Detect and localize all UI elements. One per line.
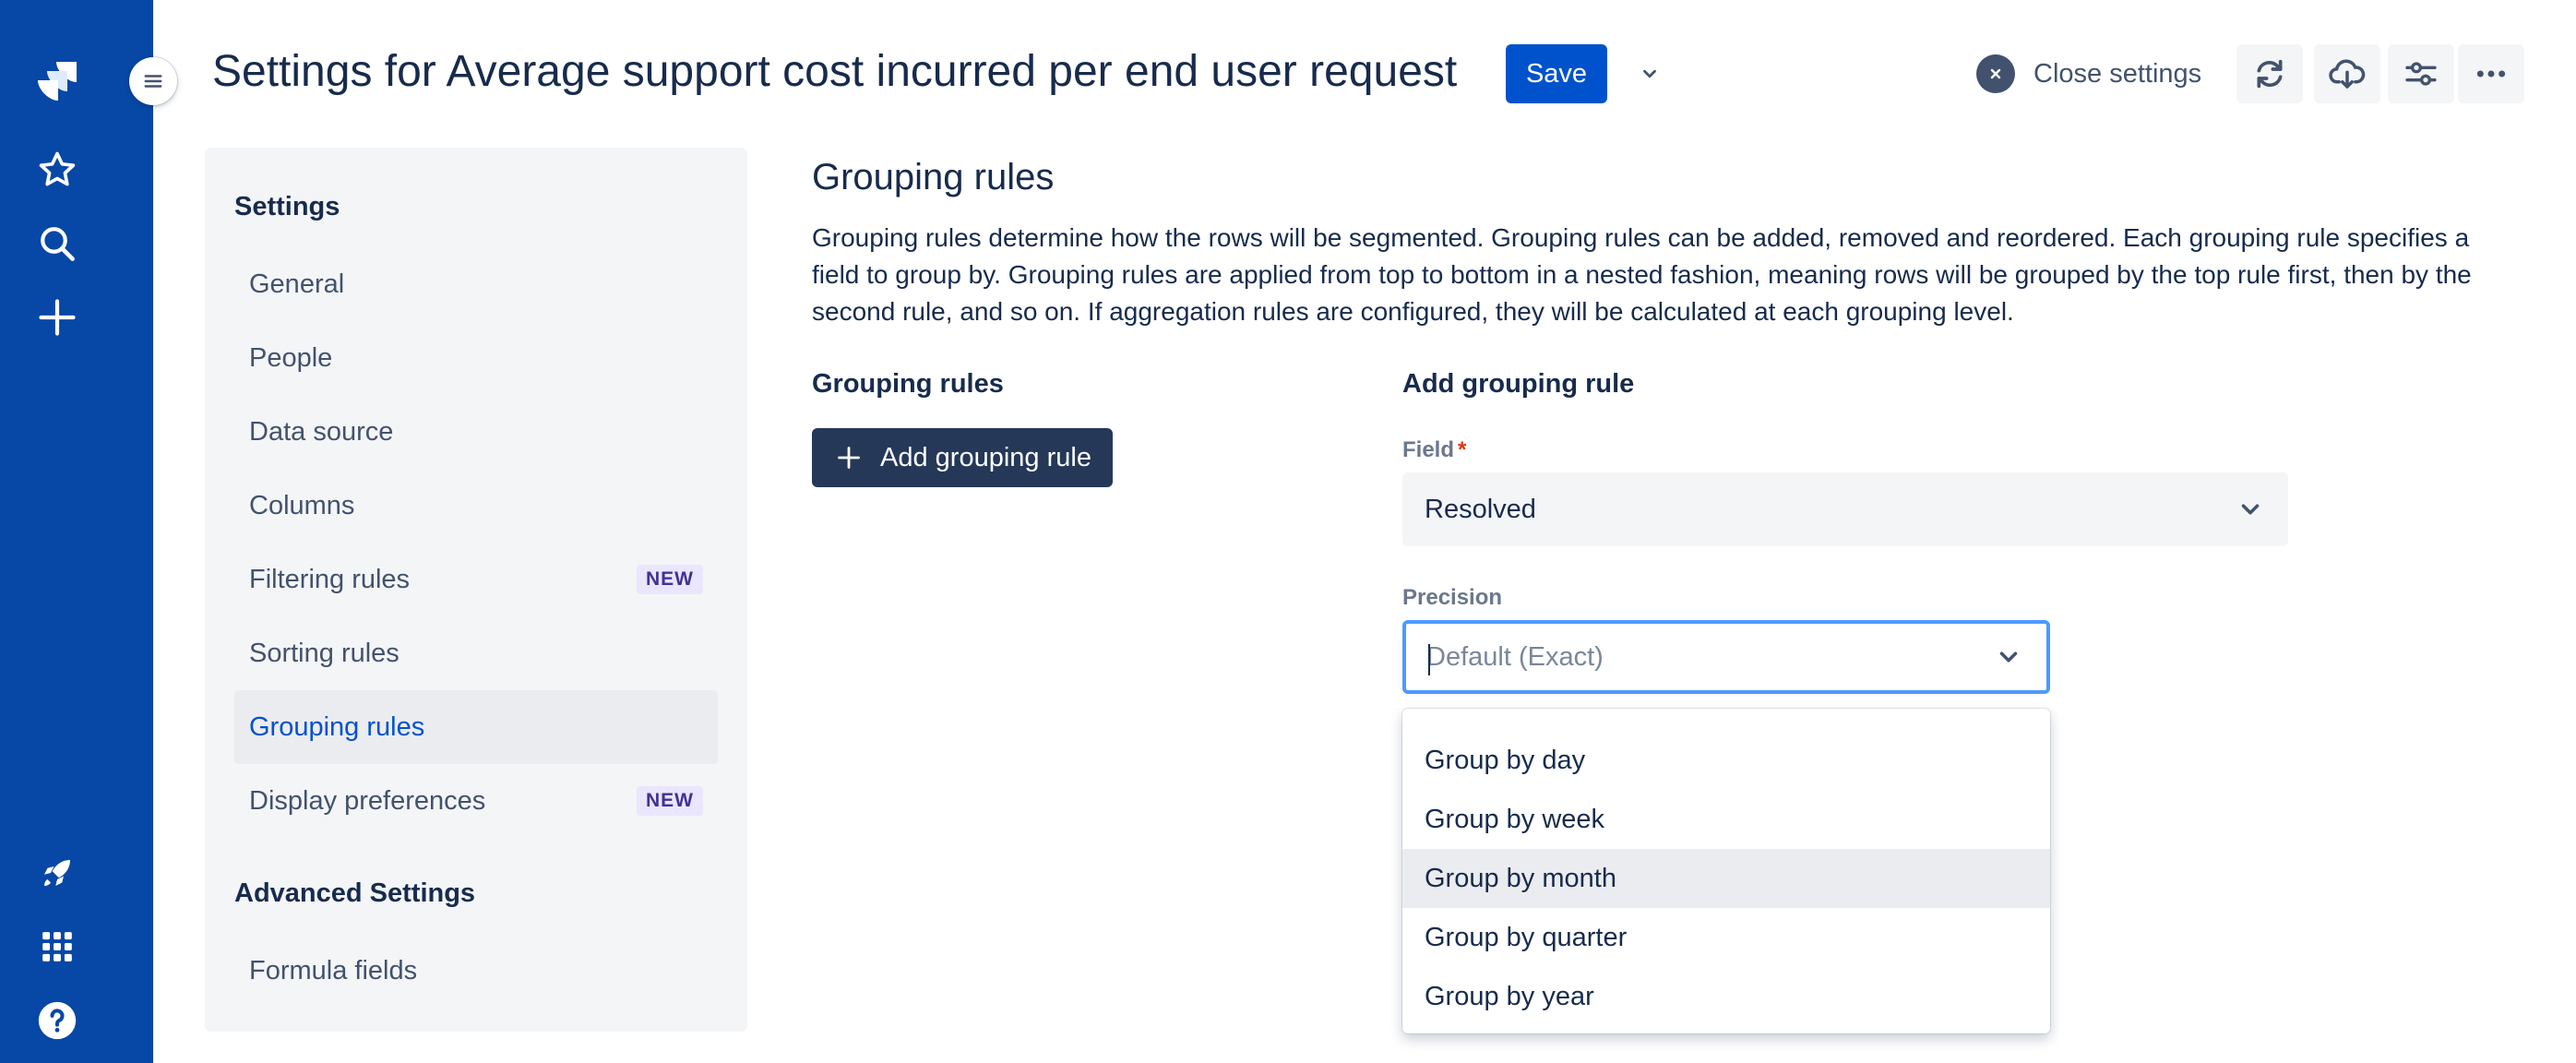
required-marker: * [1458,437,1467,462]
settings-item-filtering-rules[interactable]: Filtering rules NEW [234,543,718,616]
app-grid-icon[interactable] [31,921,83,973]
precision-placeholder: Default (Exact) [1426,641,1604,672]
refresh-button[interactable] [2236,44,2303,103]
field-label-text: Field [1402,437,1455,462]
close-icon [1976,54,2015,93]
plus-icon [838,447,860,469]
settings-item-label: Formula fields [249,955,418,985]
settings-item-formula-fields[interactable]: Formula fields [234,934,718,1008]
settings-item-display-preferences[interactable]: Display preferences NEW [234,764,718,838]
new-badge: NEW [637,565,703,594]
menu-icon [144,75,162,88]
field-label: Field * [1402,437,1466,463]
field-select[interactable]: Resolved [1402,472,2288,546]
add-grouping-rule-button[interactable]: Add grouping rule [812,428,1113,487]
close-settings-button[interactable]: Close settings [1976,54,2201,94]
help-icon[interactable] [31,995,83,1046]
settings-item-label: Data source [249,416,394,447]
star-icon[interactable] [31,144,83,196]
add-grouping-rule-label: Add grouping rule [880,442,1091,472]
settings-item-general[interactable]: General [234,247,718,321]
settings-item-label: General [249,269,345,299]
settings-item-label: Filtering rules [249,564,411,594]
settings-item-people[interactable]: People [234,321,718,395]
option-group-by-quarter[interactable]: Group by quarter [1402,908,2050,967]
rocket-icon[interactable] [31,847,83,899]
export-button[interactable] [2314,44,2380,103]
settings-item-grouping-rules[interactable]: Grouping rules [234,690,718,764]
settings-item-label: Display preferences [249,785,486,816]
add-grouping-rule-heading: Add grouping rule [1402,369,1635,399]
section-description: Grouping rules determine how the rows wi… [812,223,2472,326]
settings-item-label: Sorting rules [249,638,400,668]
close-settings-label: Close settings [2033,58,2202,89]
more-icon [2476,70,2506,78]
sidebar-collapse-button[interactable] [129,57,177,105]
field-select-value: Resolved [1425,494,1536,524]
settings-nav: Settings General People Data source Colu… [205,148,747,1032]
settings-item-label: Grouping rules [249,711,425,742]
refresh-icon [2257,59,2283,89]
settings-item-columns[interactable]: Columns [234,469,718,543]
text-caret [1428,644,1430,675]
chevron-down-icon [2241,504,2260,515]
more-button[interactable] [2458,44,2524,103]
precision-select[interactable]: Default (Exact) [1402,620,2050,694]
settings-item-label: People [249,342,333,373]
filters-button[interactable] [2388,44,2454,103]
option-group-by-year[interactable]: Group by year [1402,967,2050,1026]
option-group-by-day[interactable]: Group by day [1402,731,2050,790]
precision-options-menu: Group by day Group by week Group by mont… [1402,709,2050,1033]
save-button[interactable]: Save [1506,44,1607,103]
settings-item-sorting-rules[interactable]: Sorting rules [234,616,718,690]
new-badge: NEW [637,786,703,816]
save-options-button[interactable] [1631,55,1668,92]
settings-item-label: Columns [249,490,355,520]
settings-item-data-source[interactable]: Data source [234,395,718,469]
global-nav [0,0,153,1063]
grouping-rules-heading: Grouping rules [812,369,1004,399]
section-title: Grouping rules [812,157,1055,197]
page-title: Settings for Average support cost incurr… [212,47,1458,96]
chevron-down-icon [1643,69,1656,78]
plus-icon[interactable] [31,292,83,343]
precision-label: Precision [1402,585,1503,610]
option-group-by-week[interactable]: Group by week [1402,790,2050,849]
advanced-settings-heading: Advanced Settings [234,878,476,908]
chevron-down-icon [1999,651,2018,663]
search-icon[interactable] [31,218,83,269]
option-group-by-month[interactable]: Group by month [1402,849,2050,908]
jira-logo-icon[interactable] [31,55,83,107]
sliders-icon [2405,62,2437,86]
cloud-download-icon [2329,59,2366,89]
settings-heading: Settings [234,192,340,221]
